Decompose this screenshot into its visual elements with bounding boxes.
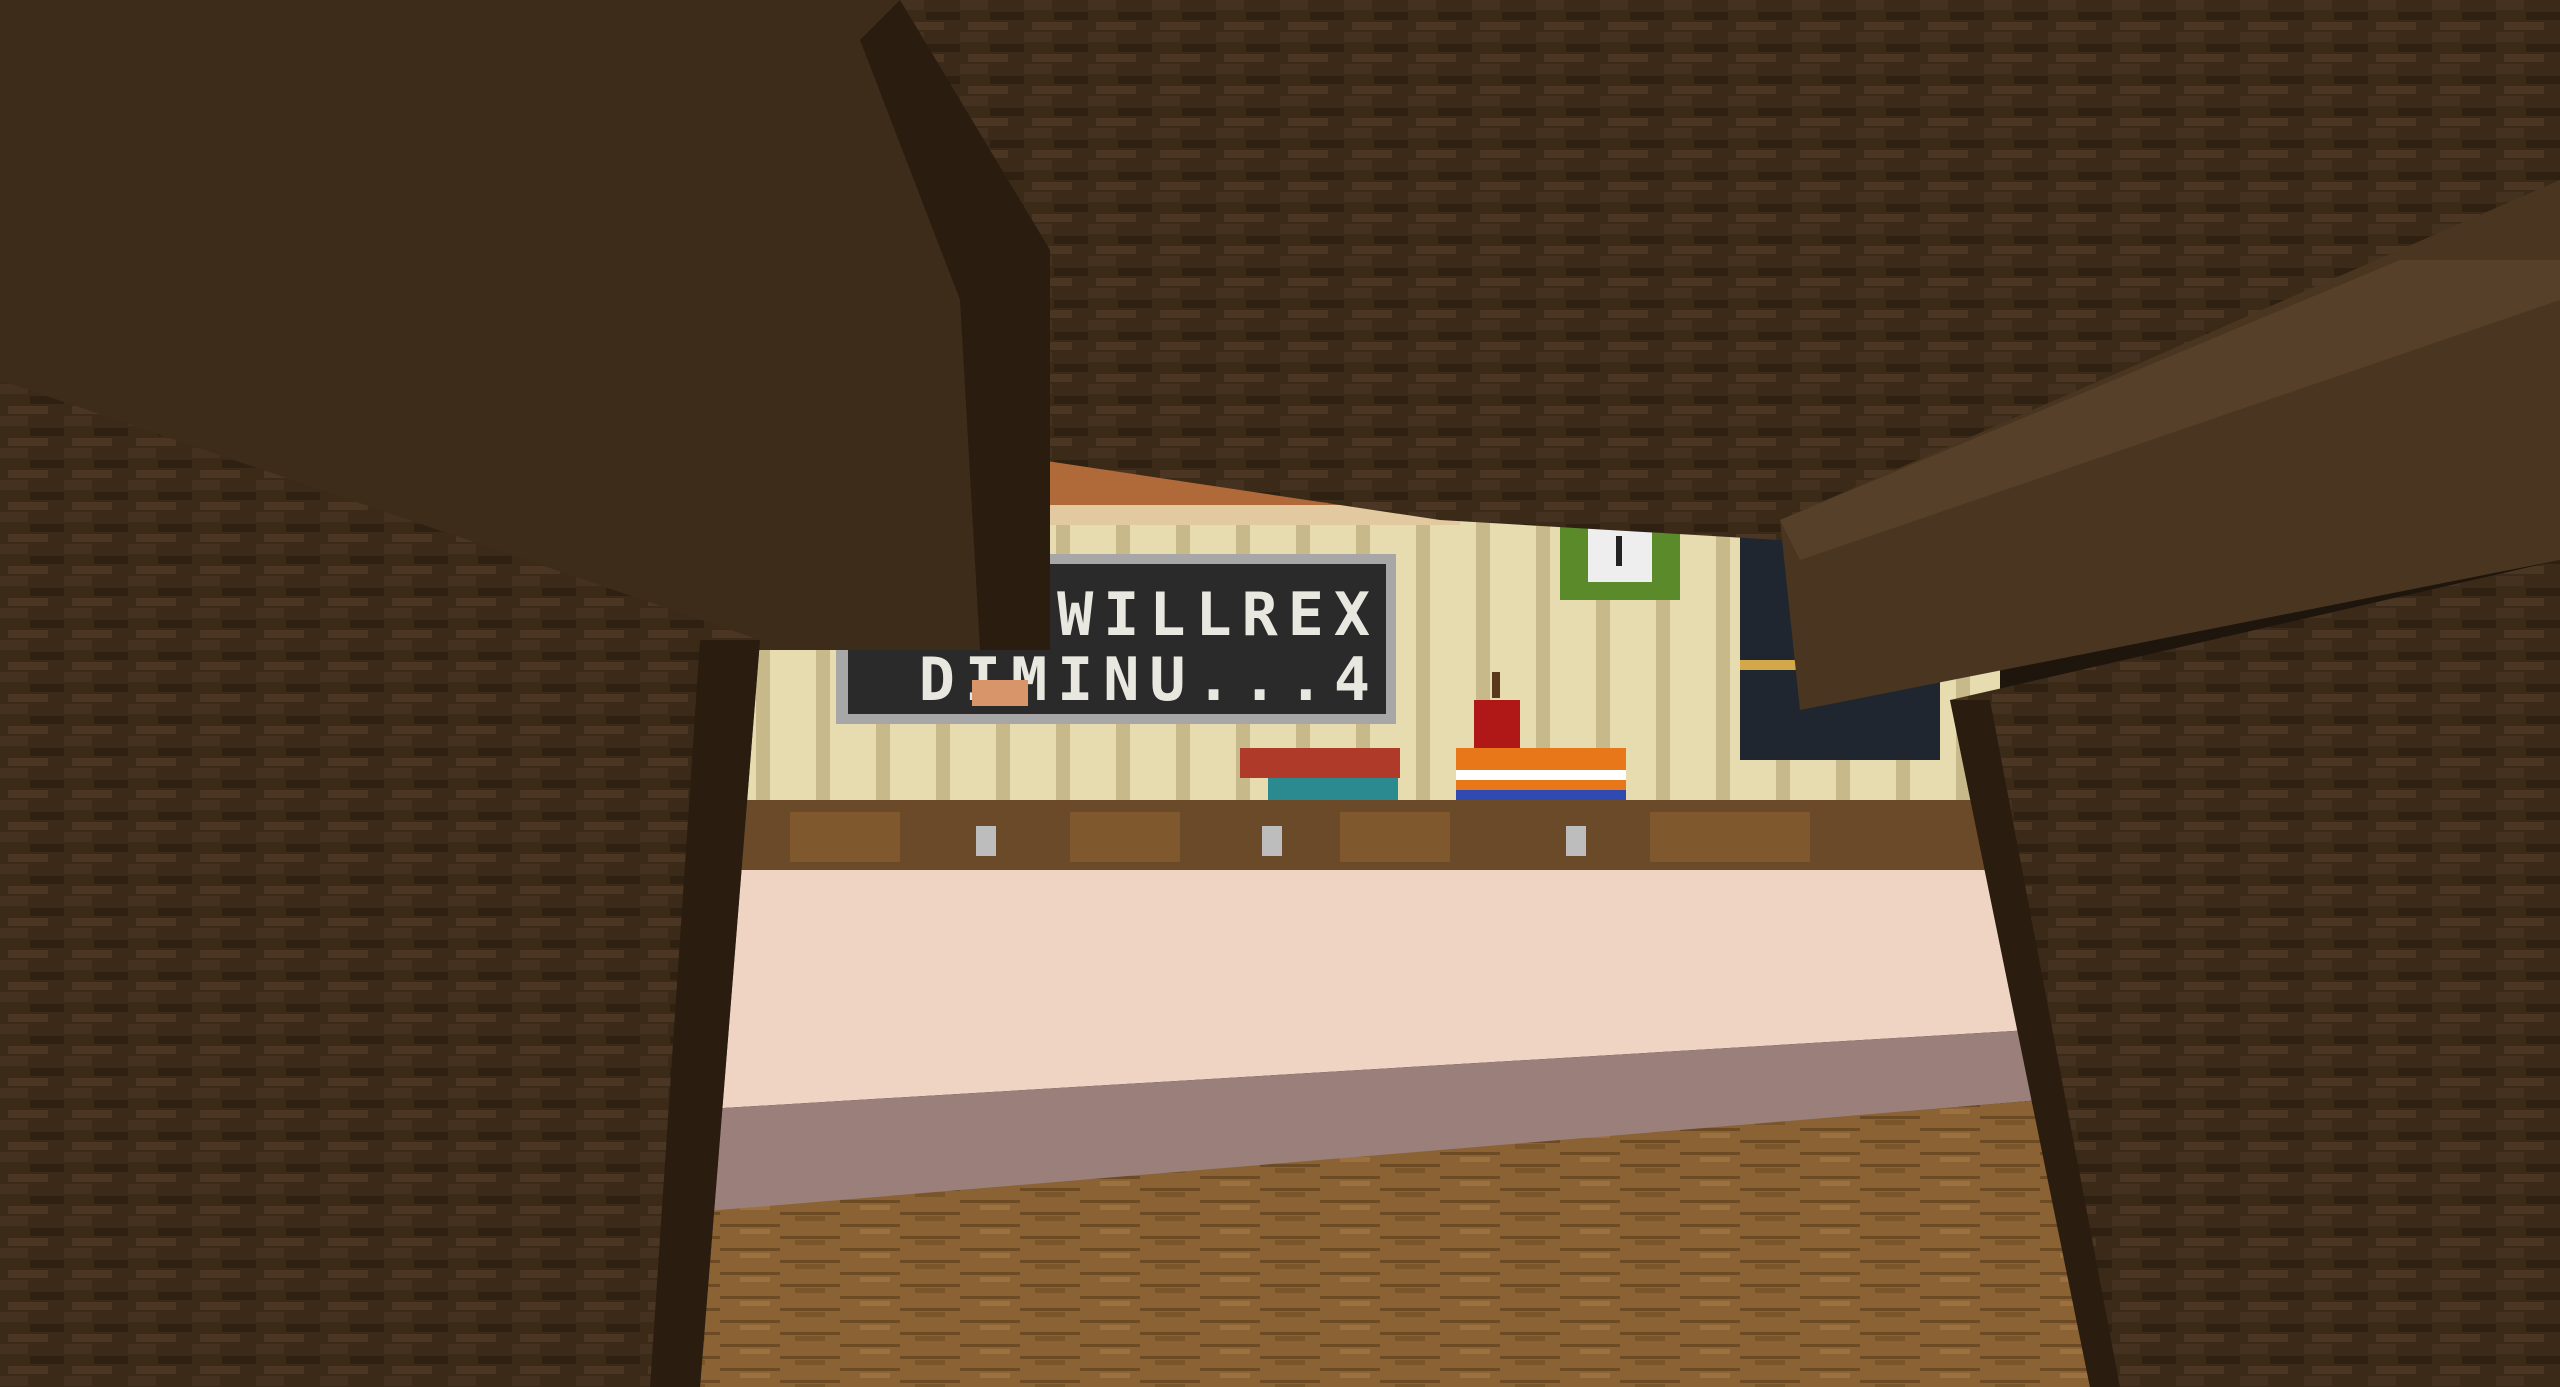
scene-graphics: WILLREX DIMINU...4	[0, 0, 2560, 1387]
back-counter	[700, 800, 2000, 870]
chalkboard-line-1: WILLREX	[1057, 580, 1380, 650]
eraser	[972, 680, 1028, 706]
pencil-box	[1456, 748, 1626, 804]
game-viewport[interactable]: WILLREX DIMINU...4	[0, 0, 2560, 1387]
